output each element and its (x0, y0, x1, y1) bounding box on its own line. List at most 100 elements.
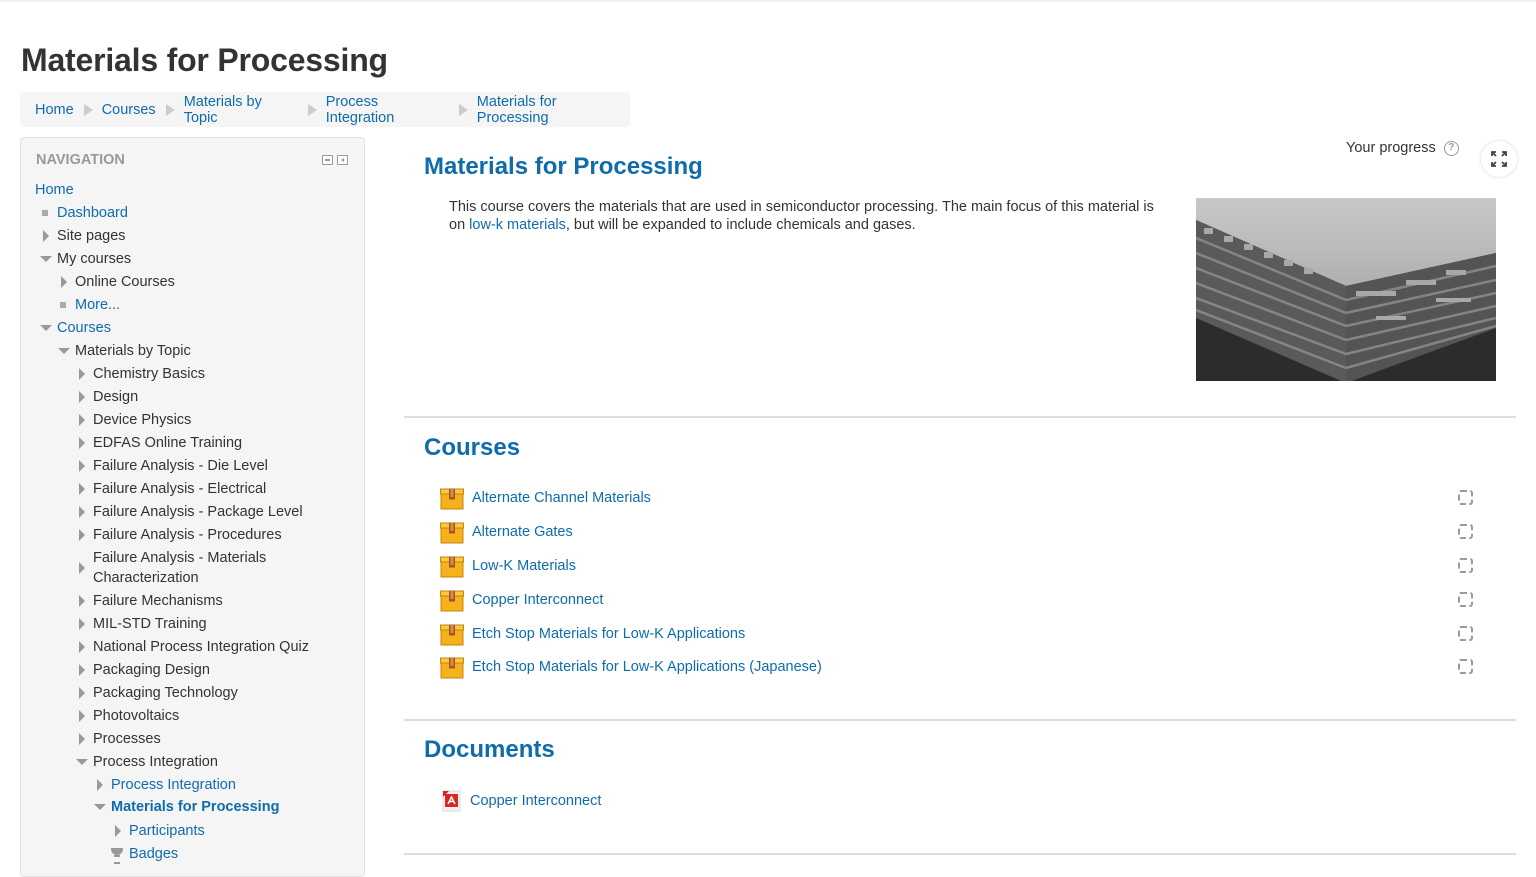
section-divider (404, 853, 1516, 855)
nav-item-my-courses[interactable]: My courses (39, 249, 131, 269)
expand-arrow-icon[interactable] (57, 272, 75, 292)
expand-arrow-icon[interactable] (75, 591, 93, 611)
fullscreen-toggle-button[interactable] (1481, 141, 1517, 177)
nav-item-failure-mechanisms[interactable]: Failure Mechanisms (75, 591, 223, 611)
nav-item-failure-analysis-procedures[interactable]: Failure Analysis - Procedures (75, 525, 282, 545)
course-summary: This course covers the materials that ar… (449, 198, 1169, 234)
course-activity-link[interactable]: Etch Stop Materials for Low-K Applicatio… (472, 626, 745, 642)
course-activity-item[interactable]: Copper Interconnect (440, 590, 603, 612)
nav-item-home[interactable]: Home (35, 180, 74, 200)
expand-arrow-icon[interactable] (75, 637, 93, 657)
completion-checkbox[interactable] (1458, 524, 1473, 539)
expand-arrow-icon[interactable] (75, 364, 93, 384)
nav-item-materials-by-topic[interactable]: Materials by Topic (57, 341, 191, 361)
course-activity-item[interactable]: Etch Stop Materials for Low-K Applicatio… (440, 624, 745, 646)
nav-item-processes[interactable]: Processes (75, 729, 161, 749)
breadcrumb-courses[interactable]: Courses (102, 102, 156, 118)
document-resource-link[interactable]: Copper Interconnect (470, 793, 601, 809)
nav-item-design[interactable]: Design (75, 387, 138, 407)
nav-item-national-process-integration-quiz[interactable]: National Process Integration Quiz (75, 637, 309, 657)
expand-arrow-icon[interactable] (75, 410, 93, 430)
nav-item-process-integration[interactable]: Process Integration (75, 752, 218, 772)
course-activity-link[interactable]: Alternate Gates (472, 524, 573, 540)
expand-arrow-icon[interactable] (93, 775, 111, 795)
breadcrumb-materials-by-topic[interactable]: Materials by Topic (184, 94, 298, 126)
package-icon (440, 556, 464, 578)
course-activity-link[interactable]: Etch Stop Materials for Low-K Applicatio… (472, 659, 822, 675)
nav-item-failure-analysis-electrical[interactable]: Failure Analysis - Electrical (75, 479, 266, 499)
nav-item-label: Device Physics (93, 412, 192, 428)
nav-item-failure-analysis-materials[interactable]: Failure Analysis - Materials Characteriza… (75, 548, 266, 588)
nav-item-label: Materials by Topic (75, 343, 191, 359)
nav-item-badges[interactable]: Badges (111, 844, 178, 864)
expand-arrow-icon[interactable] (39, 226, 57, 246)
course-activity-link[interactable]: Copper Interconnect (472, 592, 603, 608)
nav-item-device-physics[interactable]: Device Physics (75, 410, 191, 430)
nav-item-failure-analysis-die-level[interactable]: Failure Analysis - Die Level (75, 456, 268, 476)
package-icon (440, 488, 464, 510)
course-activity-item[interactable]: Alternate Channel Materials (440, 488, 651, 510)
nav-item-online-courses[interactable]: Online Courses (57, 272, 175, 292)
collapse-arrow-icon[interactable] (39, 318, 57, 338)
nav-item-photovoltaics[interactable]: Photovoltaics (75, 706, 179, 726)
breadcrumb-materials-for-processing[interactable]: Materials for Processing (477, 94, 630, 126)
nav-item-courses[interactable]: Courses (39, 318, 111, 338)
minimize-block-icon[interactable] (322, 155, 333, 165)
expand-arrow-icon[interactable] (75, 433, 93, 453)
expand-arrow-icon[interactable] (75, 525, 93, 545)
course-activity-item[interactable]: Low-K Materials (440, 556, 576, 578)
pdf-icon (440, 789, 462, 813)
nav-item-label: Design (93, 389, 139, 405)
completion-checkbox[interactable] (1458, 490, 1473, 505)
collapse-arrow-icon[interactable] (75, 752, 93, 772)
nav-item-process-integration[interactable]: Process Integration (93, 775, 236, 795)
expand-arrow-icon[interactable] (75, 479, 93, 499)
section-title-documents: Documents (424, 736, 555, 763)
nav-item-label: Failure Mechanisms (93, 593, 223, 609)
help-icon[interactable]: ? (1443, 140, 1459, 156)
low-k-materials-link[interactable]: low-k materials (469, 217, 566, 233)
course-activity-link[interactable]: Low-K Materials (472, 558, 576, 574)
collapse-arrow-icon[interactable] (57, 341, 75, 361)
document-resource-item[interactable]: Copper Interconnect (440, 789, 601, 813)
expand-arrow-icon[interactable] (75, 387, 93, 407)
nav-item-materials-for-processing[interactable]: Materials for Processing (93, 797, 279, 817)
expand-arrow-icon[interactable] (75, 683, 93, 703)
nav-item-label: Packaging Technology (93, 685, 238, 701)
package-icon (440, 657, 464, 679)
collapse-arrow-icon[interactable] (93, 797, 111, 817)
completion-checkbox[interactable] (1458, 626, 1473, 641)
expand-arrow-icon[interactable] (75, 706, 93, 726)
completion-checkbox[interactable] (1458, 558, 1473, 573)
completion-checkbox[interactable] (1458, 659, 1473, 674)
dock-block-icon[interactable] (337, 155, 348, 165)
expand-arrow-icon[interactable] (75, 558, 93, 578)
course-activity-item[interactable]: Alternate Gates (440, 522, 573, 544)
nav-item-chemistry-basics[interactable]: Chemistry Basics (75, 364, 205, 384)
expand-arrow-icon[interactable] (75, 502, 93, 522)
breadcrumb-process-integration[interactable]: Process Integration (326, 94, 449, 126)
nav-item-mil-std-training[interactable]: MIL-STD Training (75, 614, 207, 634)
course-heading: Materials for Processing (424, 153, 703, 180)
breadcrumb: Home Courses Materials by Topic Process … (20, 92, 630, 127)
collapse-arrow-icon[interactable] (39, 249, 57, 269)
course-activity-link[interactable]: Alternate Channel Materials (472, 490, 651, 506)
breadcrumb-separator-icon (307, 103, 317, 116)
expand-arrow-icon[interactable] (75, 660, 93, 680)
completion-checkbox[interactable] (1458, 592, 1473, 607)
course-activity-item[interactable]: Etch Stop Materials for Low-K Applicatio… (440, 657, 822, 679)
expand-arrow-icon[interactable] (111, 821, 129, 841)
nav-item-site-pages[interactable]: Site pages (39, 226, 126, 246)
breadcrumb-home[interactable]: Home (35, 102, 74, 118)
nav-item-packaging-design[interactable]: Packaging Design (75, 660, 210, 680)
expand-arrow-icon[interactable] (75, 729, 93, 749)
nav-item-dashboard[interactable]: Dashboard (39, 203, 128, 223)
nav-item-failure-analysis-package-level[interactable]: Failure Analysis - Package Level (75, 502, 303, 522)
expand-arrow-icon[interactable] (75, 614, 93, 634)
nav-item-packaging-technology[interactable]: Packaging Technology (75, 683, 238, 703)
expand-arrow-icon[interactable] (75, 456, 93, 476)
nav-item-more[interactable]: More... (57, 295, 120, 315)
expand-icon (1491, 151, 1507, 167)
nav-item-edfas-online-training[interactable]: EDFAS Online Training (75, 433, 242, 453)
nav-item-participants[interactable]: Participants (111, 821, 205, 841)
